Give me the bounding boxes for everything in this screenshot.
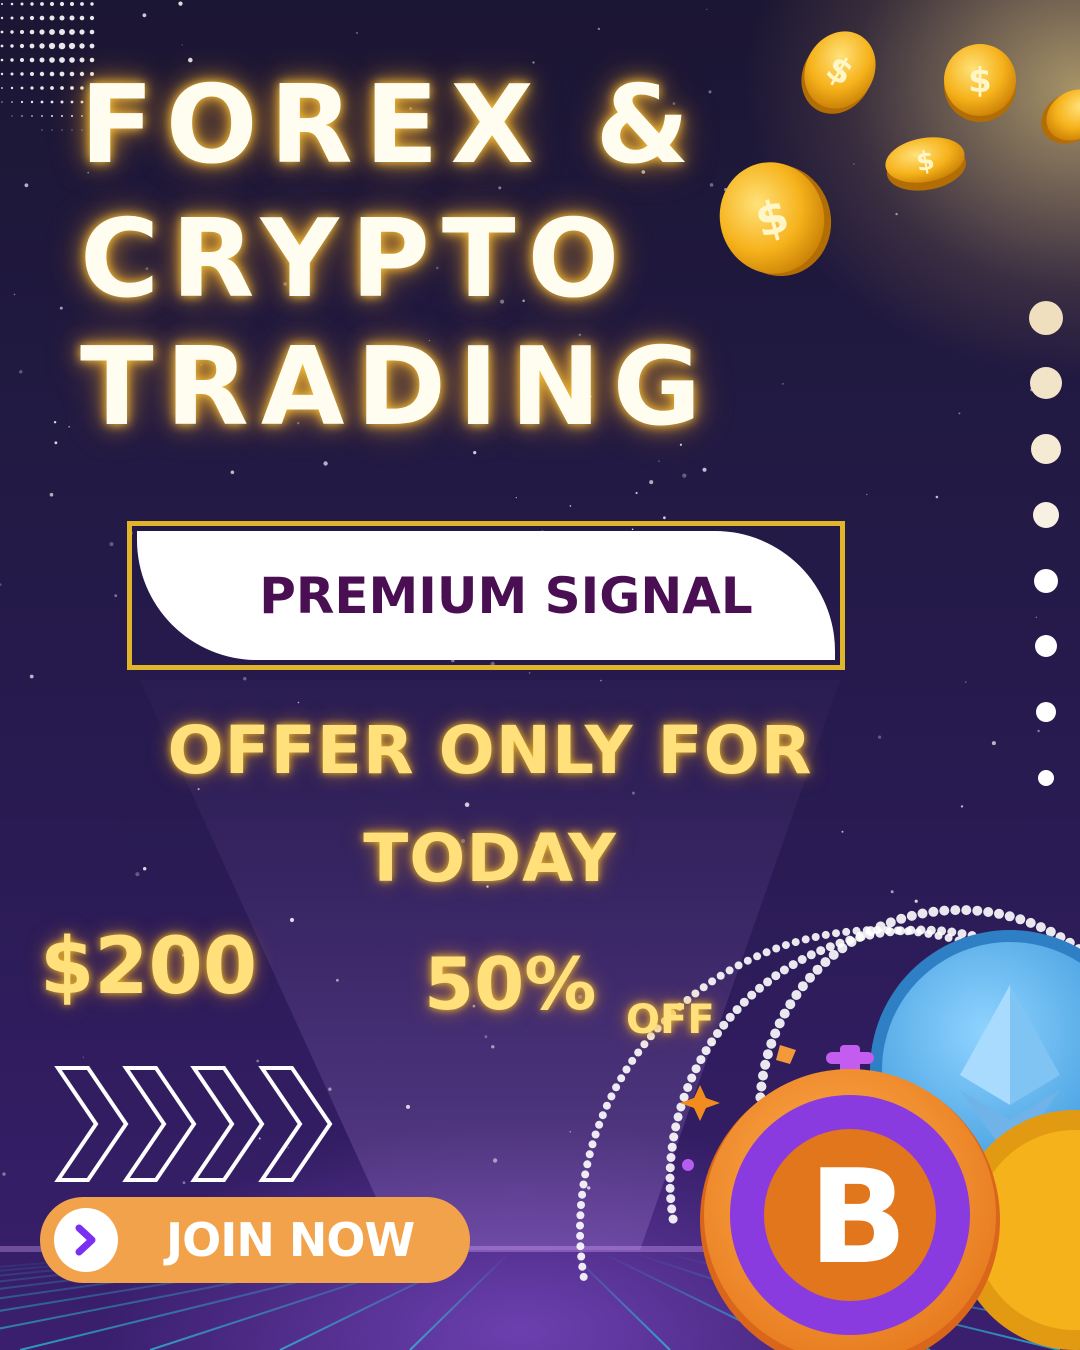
headline-line-1: FOREX & [80,63,702,188]
badge-pill: PREMIUM SIGNAL [137,531,835,660]
offer-line-2: TODAY [363,820,617,897]
premium-signal-badge: PREMIUM SIGNAL [127,521,845,670]
offer-line-1: OFFER ONLY FOR [167,712,813,789]
join-now-label: JOIN NOW [166,1213,415,1267]
discount-percent: 50% [424,942,597,1026]
chevron-right-icon [75,1224,96,1256]
join-icon-circle [54,1208,118,1272]
discount-suffix: OFF [626,997,715,1043]
headline-line-2: CRYPTO [80,197,632,322]
poster: $ $ $ $ B FOREX & CRYPTO TRADING PREMIUM… [0,0,1080,1350]
badge-label: PREMIUM SIGNAL [259,566,753,625]
price: $200 [40,922,258,1012]
join-now-button[interactable]: JOIN NOW [40,1197,470,1283]
headline-line-3: TRADING [80,325,714,450]
